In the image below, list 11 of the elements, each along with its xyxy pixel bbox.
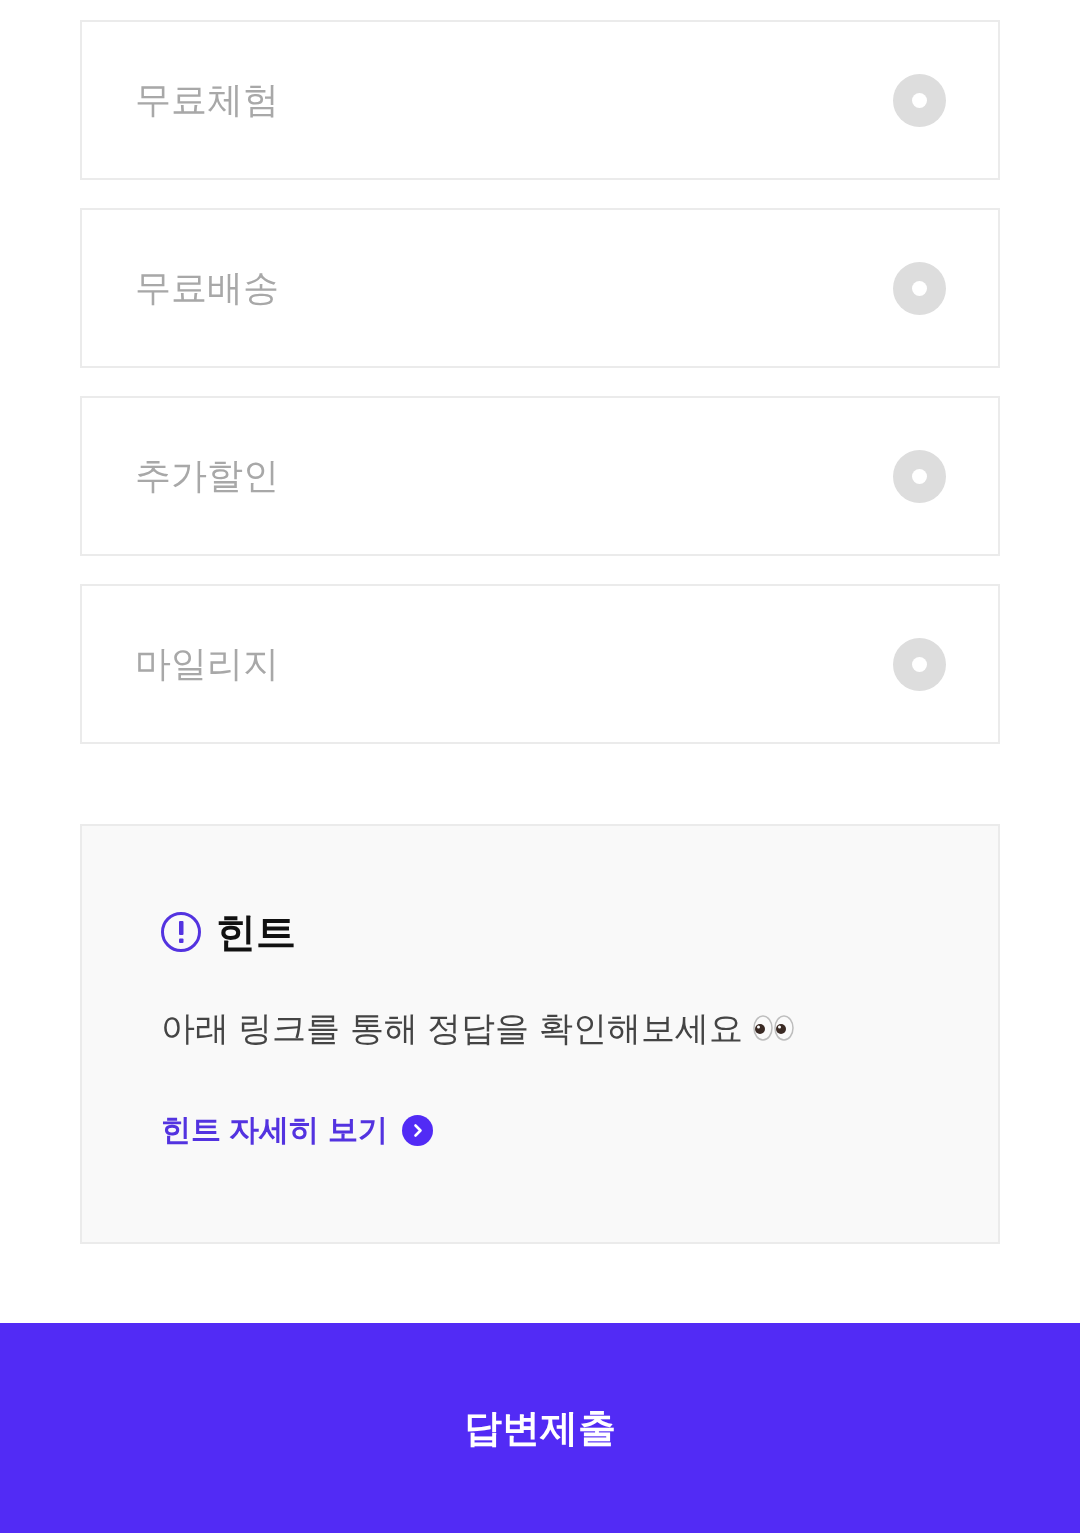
- answer-option[interactable]: 무료체험: [80, 20, 1000, 180]
- answer-option[interactable]: 추가할인: [80, 396, 1000, 556]
- answer-option[interactable]: 무료배송: [80, 208, 1000, 368]
- hint-title: 힌트: [216, 910, 296, 954]
- submit-button[interactable]: 답변제출: [0, 1323, 1080, 1533]
- eyes-icon: [752, 1015, 795, 1041]
- hint-detail-link[interactable]: 힌트 자세히 보기: [161, 1112, 433, 1148]
- answer-option[interactable]: 마일리지: [80, 584, 1000, 744]
- hint-text: 아래 링크를 통해 정답을 확인해보세요: [161, 1008, 743, 1049]
- exclamation-icon: [161, 912, 201, 952]
- chevron-right-icon: [401, 1114, 433, 1146]
